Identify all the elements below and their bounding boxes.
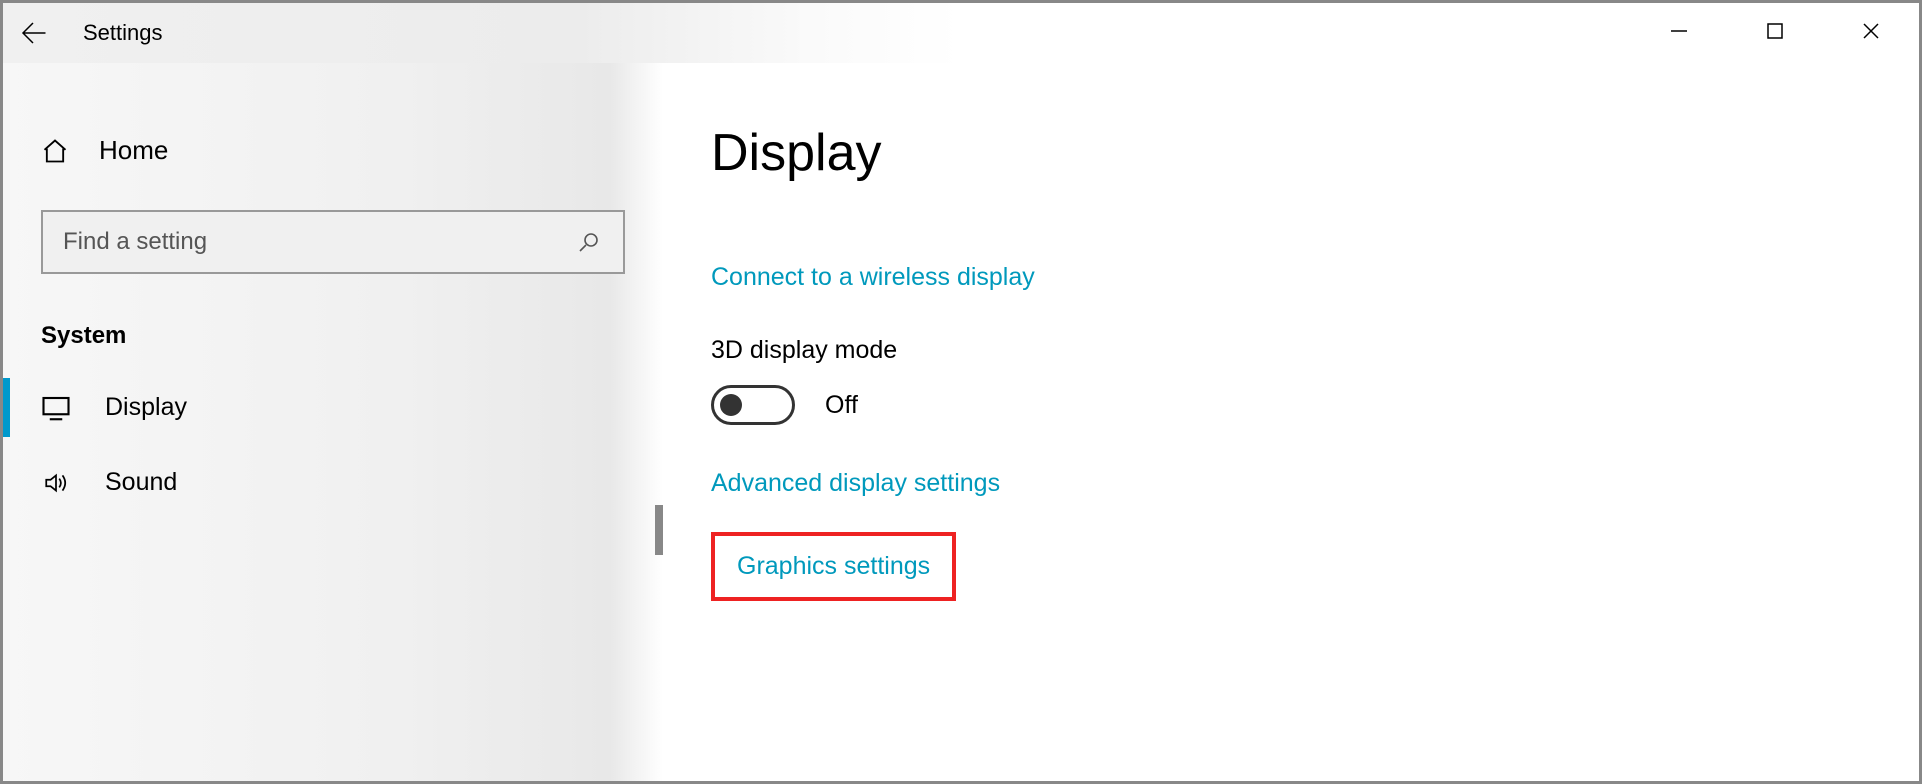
search-icon xyxy=(565,218,613,266)
page-title: Display xyxy=(711,123,1871,183)
content: Display Connect to a wireless display 3D… xyxy=(663,63,1919,781)
link-graphics-settings[interactable]: Graphics settings xyxy=(737,552,930,581)
toggle-3d-label: Off xyxy=(825,391,858,420)
link-advanced-display[interactable]: Advanced display settings xyxy=(711,469,1000,498)
sidebar-item-label: Sound xyxy=(105,468,177,497)
titlebar: Settings xyxy=(3,3,1919,63)
sidebar-item-sound[interactable]: Sound xyxy=(3,445,663,520)
sidebar: Home System Display Soun xyxy=(3,63,663,781)
sidebar-item-label: Display xyxy=(105,393,187,422)
window-controls xyxy=(1631,3,1919,59)
toggle-knob xyxy=(720,394,742,416)
sound-icon xyxy=(41,470,71,496)
annotation-highlight: Graphics settings xyxy=(711,532,956,601)
home-icon xyxy=(41,137,69,165)
window-title: Settings xyxy=(83,20,163,46)
sidebar-home[interactable]: Home xyxy=(3,123,663,178)
sidebar-category: System xyxy=(3,274,663,370)
search-wrap xyxy=(41,210,625,274)
scrollbar-thumb[interactable] xyxy=(655,505,663,555)
toggle-3d[interactable] xyxy=(711,385,795,425)
subheading-3d: 3D display mode xyxy=(711,336,1871,365)
toggle-3d-row: Off xyxy=(711,385,1871,425)
link-wireless-display[interactable]: Connect to a wireless display xyxy=(711,263,1035,292)
sidebar-item-display[interactable]: Display xyxy=(3,370,663,445)
search-input[interactable] xyxy=(43,228,565,256)
minimize-button[interactable] xyxy=(1631,3,1727,59)
display-icon xyxy=(41,395,71,421)
back-button[interactable] xyxy=(3,3,63,63)
search-box[interactable] xyxy=(41,210,625,274)
home-label: Home xyxy=(99,135,168,166)
close-button[interactable] xyxy=(1823,3,1919,59)
maximize-button[interactable] xyxy=(1727,3,1823,59)
